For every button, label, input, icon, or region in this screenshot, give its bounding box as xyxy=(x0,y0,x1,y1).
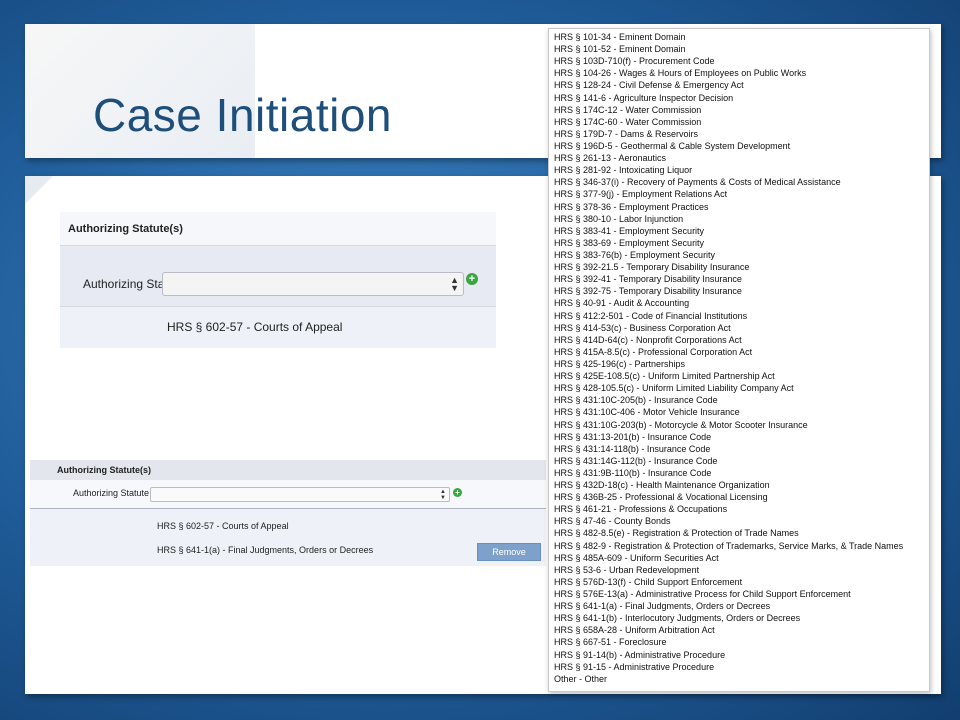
statute-option[interactable]: HRS § 179D-7 - Dams & Reservoirs xyxy=(554,128,929,140)
statute-option[interactable]: HRS § 576E-13(a) - Administrative Proces… xyxy=(554,588,929,600)
statute-option[interactable]: HRS § 383-41 - Employment Security xyxy=(554,225,929,237)
statute-option[interactable]: HRS § 431:9B-110(b) - Insurance Code xyxy=(554,467,929,479)
card-corner-fold xyxy=(25,176,53,204)
statute-option[interactable]: HRS § 281-92 - Intoxicating Liquor xyxy=(554,164,929,176)
statute-option[interactable]: HRS § 346-37(i) - Recovery of Payments &… xyxy=(554,176,929,188)
statute-option[interactable]: HRS § 378-36 - Employment Practices xyxy=(554,201,929,213)
statute-option[interactable]: HRS § 91-15 - Administrative Procedure xyxy=(554,661,929,673)
statute-option[interactable]: HRS § 428-105.5(c) - Uniform Limited Lia… xyxy=(554,382,929,394)
statute-option[interactable]: HRS § 53-6 - Urban Redevelopment xyxy=(554,564,929,576)
statute-option[interactable]: HRS § 47-46 - County Bonds xyxy=(554,515,929,527)
statute-option[interactable]: HRS § 576D-13(f) - Child Support Enforce… xyxy=(554,576,929,588)
remove-button[interactable]: Remove xyxy=(477,543,541,561)
statute-option[interactable]: HRS § 261-13 - Aeronautics xyxy=(554,152,929,164)
statute-option[interactable]: HRS § 104-26 - Wages & Hours of Employee… xyxy=(554,67,929,79)
selected-statute-item: HRS § 602-57 - Courts of Appeal xyxy=(167,320,343,334)
statute-option[interactable]: HRS § 461-21 - Professions & Occupations xyxy=(554,503,929,515)
statute-option[interactable]: HRS § 412:2-501 - Code of Financial Inst… xyxy=(554,310,929,322)
statute-option[interactable]: HRS § 641-1(a) - Final Judgments, Orders… xyxy=(554,600,929,612)
statute-option[interactable]: HRS § 392-41 - Temporary Disability Insu… xyxy=(554,273,929,285)
statute-option[interactable]: HRS § 425E-108.5(c) - Uniform Limited Pa… xyxy=(554,370,929,382)
authorizing-statute-label: Authorizing Statute xyxy=(73,488,150,498)
statute-option[interactable]: HRS § 485A-609 - Uniform Securities Act xyxy=(554,552,929,564)
statute-option[interactable]: HRS § 101-34 - Eminent Domain xyxy=(554,31,929,43)
plus-circle-icon[interactable]: + xyxy=(466,273,478,285)
statute-option[interactable]: HRS § 383-69 - Employment Security xyxy=(554,237,929,249)
statute-option[interactable]: HRS § 392-21.5 - Temporary Disability In… xyxy=(554,261,929,273)
statute-option[interactable]: HRS § 431:14-118(b) - Insurance Code xyxy=(554,443,929,455)
statute-option[interactable]: HRS § 641-1(b) - Interlocutory Judgments… xyxy=(554,612,929,624)
statute-option[interactable]: HRS § 482-9 - Registration & Protection … xyxy=(554,540,929,552)
statute-option[interactable]: HRS § 392-75 - Temporary Disability Insu… xyxy=(554,285,929,297)
authorizing-statutes-panel-zoomed: Authorizing Statute(s) Authorizing Statu… xyxy=(60,212,496,348)
statute-option[interactable]: HRS § 425-196(c) - Partnerships xyxy=(554,358,929,370)
statute-option[interactable]: HRS § 431:14G-112(b) - Insurance Code xyxy=(554,455,929,467)
slide-title: Case Initiation xyxy=(93,89,392,141)
statute-option[interactable]: HRS § 196D-5 - Geothermal & Cable System… xyxy=(554,140,929,152)
statute-option[interactable]: HRS § 380-10 - Labor Injunction xyxy=(554,213,929,225)
statute-option[interactable]: HRS § 377-9(j) - Employment Relations Ac… xyxy=(554,188,929,200)
panel-header: Authorizing Statute(s) xyxy=(60,212,496,246)
statute-option[interactable]: HRS § 101-52 - Eminent Domain xyxy=(554,43,929,55)
statute-option[interactable]: HRS § 431:10C-205(b) - Insurance Code xyxy=(554,394,929,406)
statute-option[interactable]: HRS § 174C-12 - Water Commission xyxy=(554,104,929,116)
up-down-arrow-icon: ▲ ▼ xyxy=(450,275,459,293)
statute-option[interactable]: Other - Other xyxy=(554,673,929,685)
selected-statute-item: HRS § 602-57 - Courts of Appeal xyxy=(157,521,289,531)
panel-header-label: Authorizing Statute(s) xyxy=(68,223,183,235)
statute-option[interactable]: HRS § 128-24 - Civil Defense & Emergency… xyxy=(554,79,929,91)
statute-options: HRS § 101-34 - Eminent Domain HRS § 101-5… xyxy=(549,29,929,685)
panel-header-label: Authorizing Statute(s) xyxy=(57,465,151,475)
statute-option[interactable]: HRS § 667-51 - Foreclosure xyxy=(554,636,929,648)
statute-option[interactable]: HRS § 431:10G-203(b) - Motorcycle & Moto… xyxy=(554,419,929,431)
statute-option[interactable]: HRS § 414D-64(c) - Nonprofit Corporation… xyxy=(554,334,929,346)
statute-option[interactable]: HRS § 141-6 - Agriculture Inspector Deci… xyxy=(554,92,929,104)
statute-option[interactable]: HRS § 431:13-201(b) - Insurance Code xyxy=(554,431,929,443)
plus-circle-icon[interactable]: + xyxy=(453,488,462,497)
statute-input-row: Authorizing Statute ▲ ▼ + xyxy=(30,480,546,509)
statute-option[interactable]: HRS § 174C-60 - Water Commission xyxy=(554,116,929,128)
statute-option[interactable]: HRS § 482-8.5(e) - Registration & Protec… xyxy=(554,527,929,539)
statute-input-row: Authorizing Statute ▲ ▼ + xyxy=(60,246,496,307)
statute-option[interactable]: HRS § 431:10C-406 - Motor Vehicle Insura… xyxy=(554,406,929,418)
statute-option[interactable]: HRS § 415A-8.5(c) - Professional Corpora… xyxy=(554,346,929,358)
statute-option[interactable]: HRS § 436B-25 - Professional & Vocationa… xyxy=(554,491,929,503)
selected-statute-item: HRS § 641-1(a) - Final Judgments, Orders… xyxy=(157,545,374,555)
statute-option[interactable]: HRS § 658A-28 - Uniform Arbitration Act xyxy=(554,624,929,636)
authorizing-statute-select[interactable]: ▲ ▼ xyxy=(150,487,450,502)
statute-option[interactable]: HRS § 383-76(b) - Employment Security xyxy=(554,249,929,261)
statute-option[interactable]: HRS § 432D-18(c) - Health Maintenance Or… xyxy=(554,479,929,491)
statute-option[interactable]: HRS § 103D-710(f) - Procurement Code xyxy=(554,55,929,67)
statute-option[interactable]: HRS § 91-14(b) - Administrative Procedur… xyxy=(554,649,929,661)
statute-option[interactable]: HRS § 414-53(c) - Business Corporation A… xyxy=(554,322,929,334)
authorizing-statute-select[interactable]: ▲ ▼ xyxy=(162,272,464,296)
up-down-arrow-icon: ▲ ▼ xyxy=(440,489,446,501)
statute-option[interactable]: HRS § 40-91 - Audit & Accounting xyxy=(554,297,929,309)
authorizing-statutes-panel: Authorizing Statute(s) Authorizing Statu… xyxy=(30,460,546,566)
panel-header: Authorizing Statute(s) xyxy=(30,460,546,480)
statute-dropdown-list[interactable]: HRS § 101-34 - Eminent Domain HRS § 101-5… xyxy=(548,28,930,692)
